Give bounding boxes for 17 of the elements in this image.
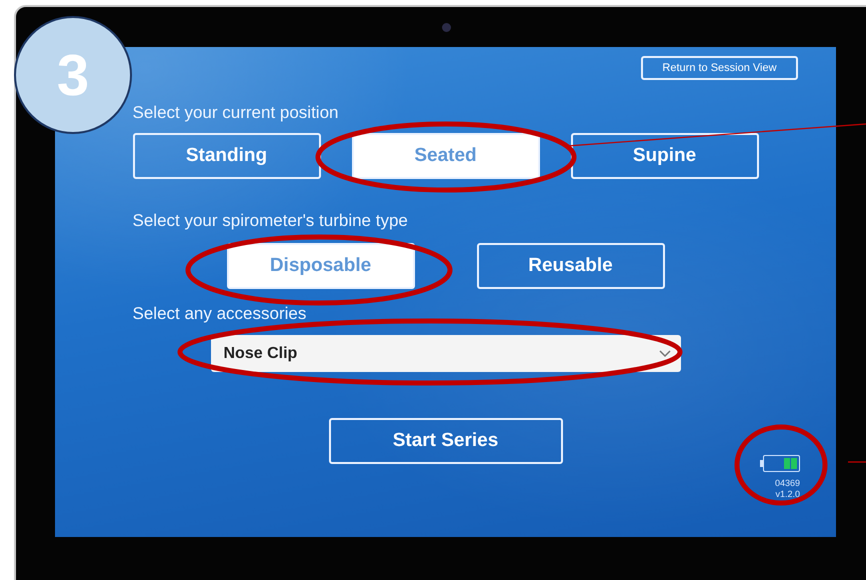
section-label: Select your spirometer's turbine type: [132, 210, 409, 232]
turbine-option[interactable]: Disposable: [226, 243, 414, 289]
chevron-down-icon: [658, 350, 670, 358]
section-label: Select your current position: [132, 102, 340, 124]
position-option[interactable]: Supine: [570, 133, 758, 179]
leader-line: [848, 461, 866, 463]
camera-dot: [442, 23, 451, 32]
return-to-session-button[interactable]: Return to Session View: [641, 56, 798, 80]
accessories-dropdown[interactable]: Nose Clip: [210, 335, 680, 372]
app-version: v1.2.0: [775, 489, 800, 500]
battery-icon: [760, 455, 800, 472]
start-series-button[interactable]: Start Series: [328, 418, 562, 464]
section-label: Select any accessories: [132, 303, 308, 325]
device-serial: 04369: [774, 478, 800, 489]
position-option[interactable]: Standing: [132, 133, 320, 179]
position-option[interactable]: Seated: [352, 133, 540, 179]
turbine-option[interactable]: Reusable: [476, 243, 664, 289]
